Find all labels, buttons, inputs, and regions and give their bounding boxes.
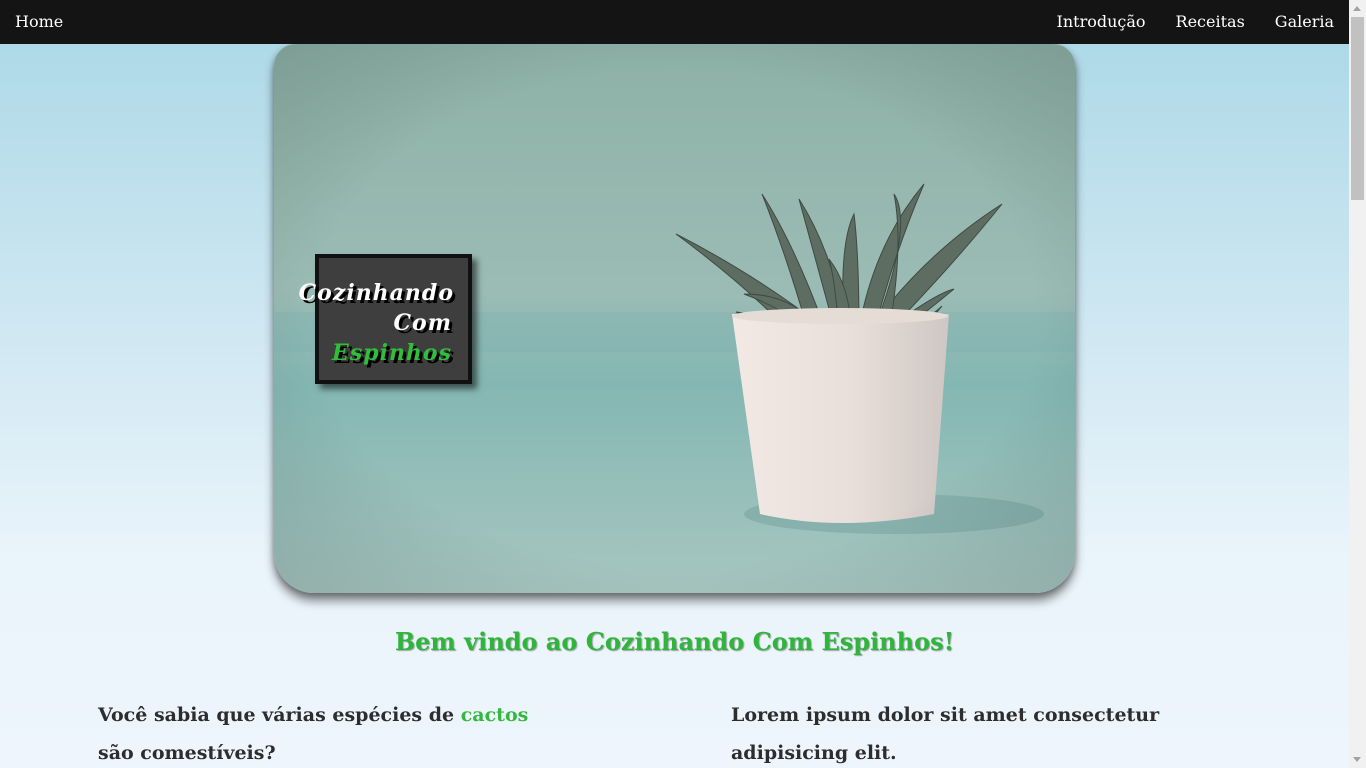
logo-line-com: Com bbox=[393, 310, 452, 336]
cactos-highlight: cactos bbox=[460, 704, 529, 726]
top-navbar: Home Introdução Receitas Galeria bbox=[0, 0, 1349, 44]
welcome-heading: Bem vindo ao Cozinhando Com Espinhos! bbox=[394, 627, 955, 656]
intro-left-before: Você sabia que várias espécies de bbox=[98, 704, 461, 726]
intro-right-body: Lorem ipsum dolor sit amet consectetur a… bbox=[731, 704, 1160, 764]
intro-left-after: são comestíveis? bbox=[98, 742, 276, 764]
scroll-up-arrow-icon[interactable] bbox=[1353, 6, 1361, 11]
scroll-thumb[interactable] bbox=[1351, 17, 1364, 200]
logo-line-cozinhando: Cozinhando bbox=[298, 280, 454, 306]
nav-home-link[interactable]: Home bbox=[15, 0, 63, 44]
intro-left-text: Você sabia que várias espécies de cactos… bbox=[98, 696, 538, 768]
site-logo[interactable]: Cozinhando Com Espinhos bbox=[299, 254, 472, 384]
nav-receitas-link[interactable]: Receitas bbox=[1176, 0, 1245, 44]
nav-introducao-link[interactable]: Introdução bbox=[1057, 0, 1146, 44]
scroll-down-arrow-icon[interactable] bbox=[1353, 757, 1361, 762]
vertical-scrollbar[interactable] bbox=[1349, 0, 1366, 768]
logo-line-espinhos: Espinhos bbox=[332, 340, 452, 366]
nav-right-links: Introdução Receitas Galeria bbox=[1057, 0, 1334, 44]
intro-right-text: Lorem ipsum dolor sit amet consectetur a… bbox=[731, 696, 1251, 768]
nav-galeria-link[interactable]: Galeria bbox=[1275, 0, 1334, 44]
